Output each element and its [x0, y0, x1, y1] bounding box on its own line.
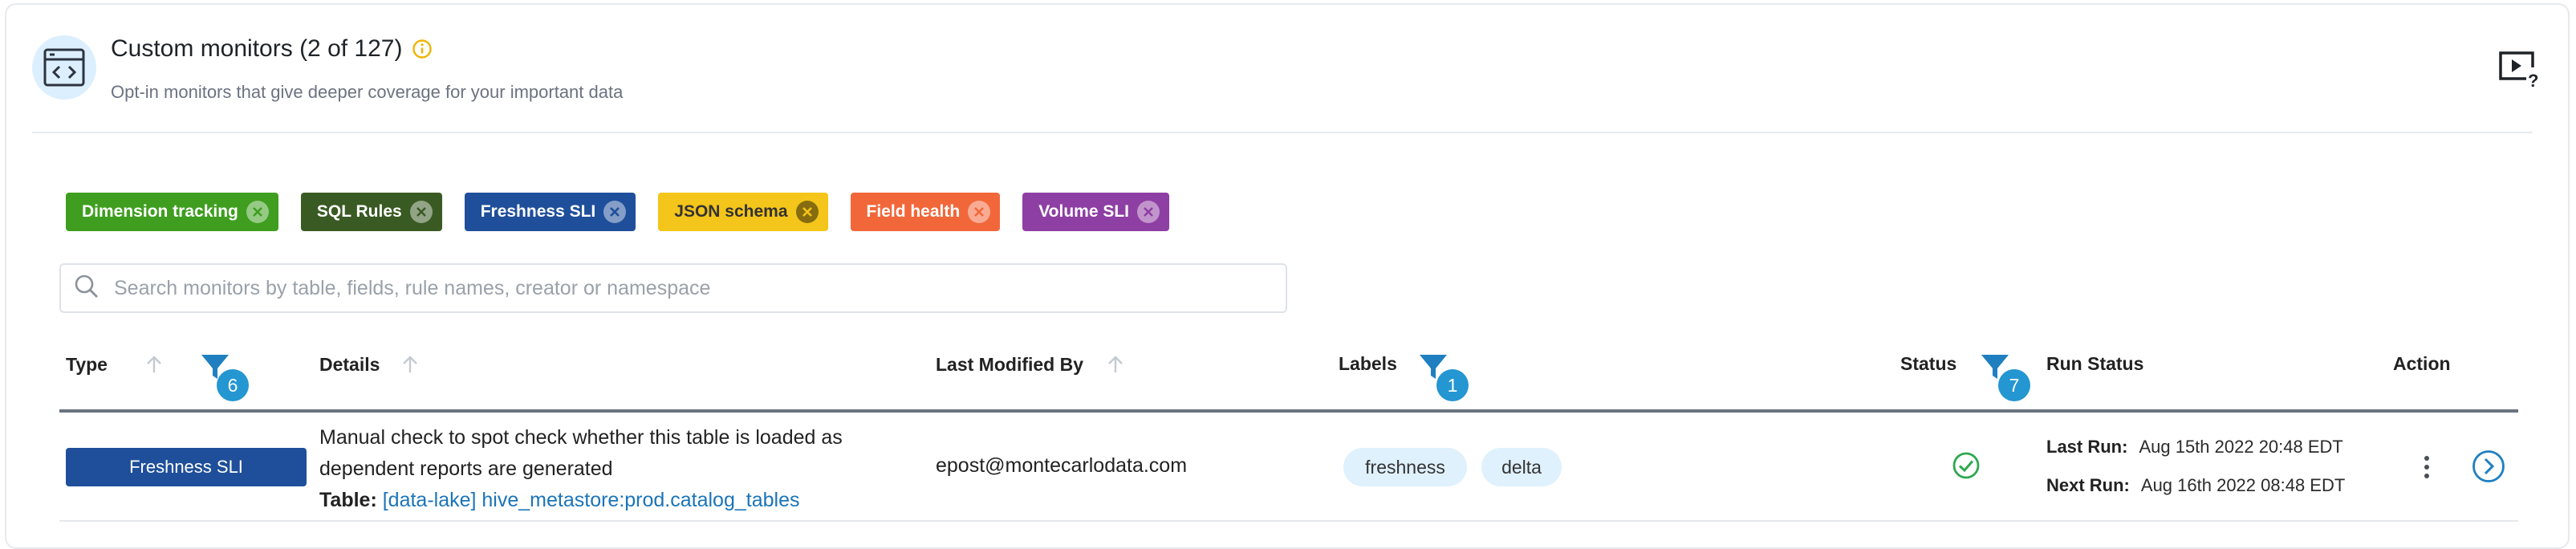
chevron-right-circle-icon	[2472, 450, 2505, 482]
close-icon[interactable]	[795, 201, 819, 223]
column-header-label: Last Modified By	[936, 353, 1084, 375]
column-header-status[interactable]: Status	[1900, 353, 1956, 375]
column-header-run-status: Run Status	[2046, 353, 2143, 375]
filter-chip-dimension-tracking[interactable]: Dimension tracking	[66, 193, 278, 231]
table-link[interactable]: [data-lake] hive_metastore:prod.catalog_…	[383, 489, 800, 511]
page-subtitle: Opt-in monitors that give deeper coverag…	[111, 82, 624, 102]
details-description-line2: dependent reports are generated	[319, 458, 613, 480]
search-input[interactable]	[112, 275, 1239, 301]
status-filter-count-badge: 7	[1998, 369, 2030, 401]
close-icon[interactable]	[246, 201, 269, 223]
next-run-label: Next Run:	[2046, 475, 2130, 495]
column-header-label: Type	[66, 353, 108, 375]
svg-text:?: ?	[2528, 71, 2538, 91]
sort-arrow-up-icon[interactable]	[143, 353, 165, 376]
last-run: Last Run: Aug 15th 2022 20:48 EDT	[2046, 437, 2343, 458]
video-help-icon[interactable]: ?	[2496, 47, 2541, 92]
filter-chip-label: Volume SLI	[1038, 202, 1129, 221]
column-header-label: Status	[1900, 353, 1957, 374]
type-filter-count-badge: 6	[217, 369, 249, 401]
filter-chip-label: Field health	[866, 202, 961, 221]
more-options-icon[interactable]	[2417, 453, 2436, 482]
column-header-details[interactable]: Details	[319, 353, 421, 376]
filter-chip-json-schema[interactable]: JSON schema	[658, 193, 828, 231]
next-run: Next Run: Aug 16th 2022 08:48 EDT	[2046, 475, 2345, 496]
column-header-last-modified-by[interactable]: Last Modified By	[936, 353, 1127, 376]
label-chip-freshness[interactable]: freshness	[1343, 448, 1467, 486]
close-icon[interactable]	[968, 201, 991, 223]
status-check-icon	[1952, 451, 1981, 480]
open-monitor-button[interactable]	[2472, 449, 2505, 483]
labels-filter-count-badge: 1	[1436, 369, 1469, 401]
column-header-label: Action	[2393, 353, 2451, 374]
last-run-label: Last Run:	[2046, 437, 2128, 457]
code-window-icon	[32, 35, 96, 100]
filter-chip-sql-rules[interactable]: SQL Rules	[300, 193, 442, 231]
column-header-label: Run Status	[2046, 353, 2144, 374]
search-icon	[74, 274, 100, 303]
info-icon[interactable]	[412, 39, 433, 59]
filter-chip-freshness-sli[interactable]: Freshness SLI	[464, 193, 636, 231]
table-header-divider	[59, 409, 2518, 413]
last-modified-by: epost@montecarlodata.com	[936, 454, 1188, 477]
column-header-action: Action	[2393, 353, 2451, 375]
filter-chip-label: JSON schema	[674, 202, 788, 221]
column-header-label: Labels	[1339, 353, 1397, 374]
search-box[interactable]	[59, 263, 1287, 313]
filter-chip-volume-sli[interactable]: Volume SLI	[1022, 193, 1169, 231]
label-chip-delta[interactable]: delta	[1481, 448, 1562, 486]
next-run-value: Aug 16th 2022 08:48 EDT	[2140, 475, 2346, 495]
sort-arrow-up-icon[interactable]	[1104, 353, 1127, 376]
column-header-label: Details	[319, 353, 380, 375]
filter-chip-label: Dimension tracking	[82, 202, 238, 221]
page-title: Custom monitors (2 of 127)	[111, 35, 433, 63]
close-icon[interactable]	[1137, 201, 1160, 223]
sort-arrow-up-icon[interactable]	[399, 353, 421, 376]
close-icon[interactable]	[409, 201, 433, 223]
header-divider	[32, 132, 2533, 133]
close-icon[interactable]	[603, 201, 627, 223]
column-header-labels[interactable]: Labels	[1339, 353, 1397, 375]
last-run-value: Aug 15th 2022 20:48 EDT	[2139, 437, 2343, 457]
monitor-details: Manual check to spot check whether this …	[319, 422, 929, 516]
filter-chip-label: SQL Rules	[316, 202, 402, 221]
details-description-line1: Manual check to spot check whether this …	[319, 426, 843, 449]
details-table: Table: [data-lake] hive_metastore:prod.c…	[319, 485, 929, 516]
monitor-type-badge: Freshness SLI	[66, 448, 307, 486]
active-filter-chips: Dimension tracking SQL Rules Freshness S…	[66, 193, 1169, 231]
column-header-type[interactable]: Type	[66, 353, 165, 376]
page-title-text: Custom monitors (2 of 127)	[111, 35, 403, 62]
filter-chip-field-health[interactable]: Field health	[850, 193, 1001, 231]
filter-chip-label: Freshness SLI	[480, 202, 596, 221]
table-label: Table:	[319, 489, 377, 511]
